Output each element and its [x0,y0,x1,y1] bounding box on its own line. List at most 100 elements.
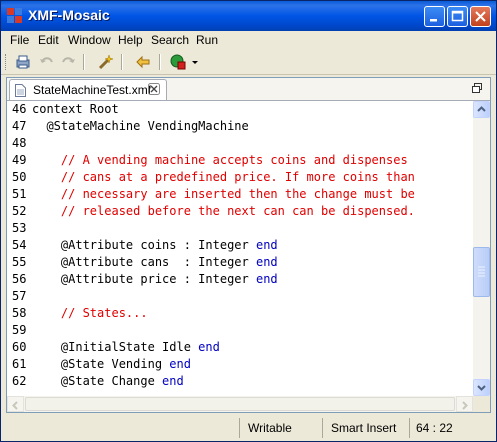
line-number: 55 [12,255,27,269]
code-comment: // States... [32,306,148,320]
close-tab-icon[interactable] [148,83,160,95]
scroll-left-button[interactable] [7,396,24,412]
scroll-right-button[interactable] [456,396,473,412]
code-text: // cans at a predefined price. If more c… [32,169,415,186]
line-number: 62 [12,374,27,388]
menu-window[interactable]: Window [68,33,111,47]
code-text: @State Vending end [32,356,191,373]
code-text: @State Change end [32,373,184,390]
code-editor[interactable]: 46 context Root 47 @StateMachine VendingMa… [7,101,473,396]
code-text: // A vending machine accepts coins and d… [32,152,408,169]
line-number: 58 [12,306,27,320]
horizontal-scroll-track [25,397,455,411]
code-token: @InitialState Idle [32,340,199,354]
redo-icon[interactable] [59,53,77,71]
menu-run[interactable]: Run [196,33,218,47]
line-number: 54 [12,238,27,252]
chevron-down-icon [477,385,486,391]
toolbar [1,50,496,75]
menu-bar: File Edit Window Help Search Run [1,31,496,50]
close-icon [475,11,486,22]
code-text: // necessary are inserted then the chang… [32,186,415,203]
line-number: 52 [12,204,27,218]
code-token: @StateMachine VendingMachine [32,119,249,133]
line-number: 59 [12,323,27,337]
horizontal-scrollbar[interactable] [7,396,473,412]
wand-icon[interactable] [97,53,115,71]
scroll-corner [473,396,490,412]
scroll-thumb[interactable] [473,247,490,297]
toolbar-grip[interactable] [5,54,9,70]
menu-help[interactable]: Help [118,33,143,47]
chevron-left-icon [12,401,18,410]
line-number: 51 [12,187,27,201]
code-keyword: end [169,357,191,371]
menu-search[interactable]: Search [151,33,189,47]
status-insert-mode: Smart Insert [322,418,408,438]
tab-label: StateMachineTest.xmf [33,83,152,97]
code-comment: // A vending machine accepts coins and d… [32,153,408,167]
run-stop-icon[interactable] [169,53,187,71]
editor-tab-bar: StateMachineTest.xmf [7,78,490,101]
file-icon [15,84,26,97]
scroll-down-button[interactable] [473,379,490,396]
code-keyword: end [198,340,220,354]
code-text: // released before the next can can be d… [32,203,415,220]
code-text: @Attribute price : Integer end [32,271,278,288]
line-number: 49 [12,153,27,167]
code-token: context Root [32,102,119,116]
print-icon[interactable] [14,53,32,71]
code-keyword: end [255,255,278,269]
line-number: 53 [12,221,27,235]
scroll-up-button[interactable] [473,101,490,118]
undo-icon[interactable] [38,53,56,71]
minimize-icon [430,19,437,22]
status-mode: Writable [239,418,321,438]
line-number: 57 [12,289,27,303]
vertical-scrollbar[interactable] [473,101,490,396]
code-text: @Attribute coins : Integer end [32,237,278,254]
code-text: @Attribute cans : Integer end [32,254,278,271]
line-number: 48 [12,136,27,150]
restore-icon[interactable] [471,82,483,94]
code-keyword: end [255,238,278,252]
maximize-button[interactable] [447,6,468,27]
code-comment: // necessary are inserted then the chang… [32,187,415,201]
grip-icon [478,266,485,277]
line-number: 56 [12,272,27,286]
status-cursor-position: 64 : 22 [409,418,495,438]
line-number: 60 [12,340,27,354]
app-window: XMF-Mosaic File Edit Window Help Search … [0,0,497,442]
chevron-up-icon [477,106,486,112]
code-text: @InitialState Idle end [32,339,220,356]
code-keyword: end [255,272,278,286]
code-comment: // released before the next can can be d… [32,204,415,218]
toolbar-separator [159,54,161,70]
code-token: @State Vending [32,357,170,371]
toolbar-separator [83,54,85,70]
back-arrow-icon[interactable] [134,53,152,71]
close-button[interactable] [470,6,491,27]
dropdown-icon[interactable] [190,53,200,71]
toolbar-separator [121,54,123,70]
code-token: @State Change [32,374,163,388]
minimize-button[interactable] [424,6,445,27]
title-bar[interactable]: XMF-Mosaic [1,1,496,31]
status-bar: Writable Smart Insert 64 : 22 [1,415,496,441]
maximize-icon [451,10,464,22]
menu-file[interactable]: File [10,33,29,47]
chevron-right-icon [462,401,468,410]
code-text: // States... [32,305,148,322]
editor-panel: StateMachineTest.xmf 46 context Root 47 @S… [6,77,491,413]
window-title: XMF-Mosaic [28,7,110,23]
tab-statemachinetest[interactable]: StateMachineTest.xmf [9,79,167,100]
menu-edit[interactable]: Edit [38,33,59,47]
code-token: @Attribute cans : Integer [32,255,256,269]
code-token: @Attribute price : Integer [32,272,256,286]
line-number: 47 [12,119,27,133]
code-token: @Attribute coins : Integer [32,238,256,252]
code-keyword: end [162,374,184,388]
line-number: 50 [12,170,27,184]
code-text: @StateMachine VendingMachine [32,118,249,135]
code-text: context Root [32,101,119,118]
